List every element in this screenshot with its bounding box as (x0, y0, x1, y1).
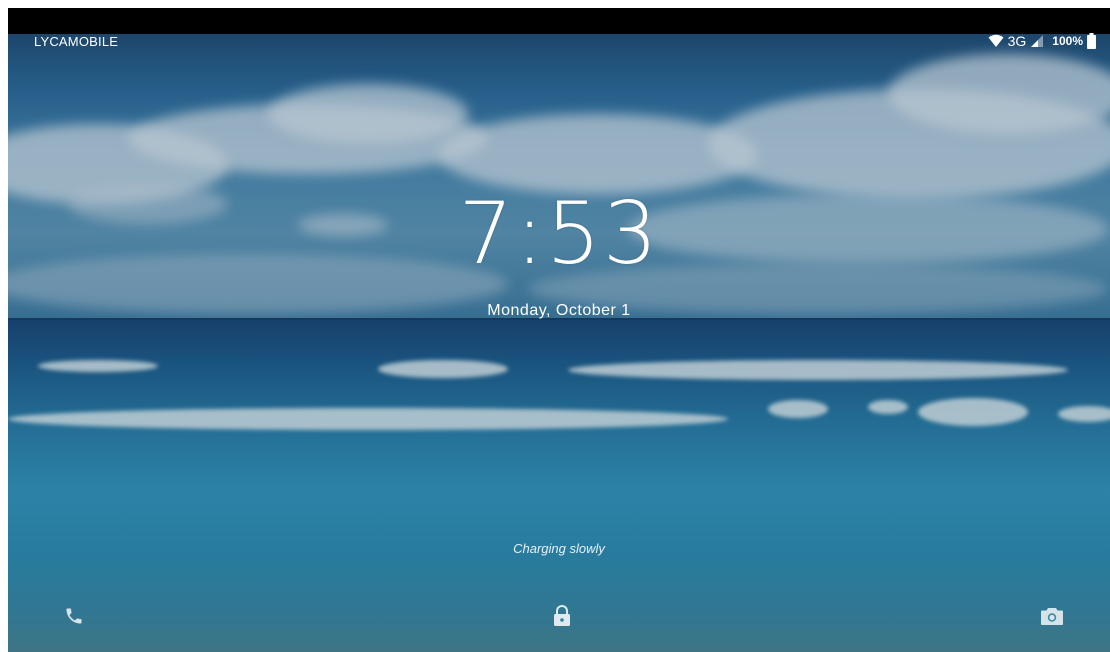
wifi-icon (988, 34, 1004, 48)
lockscreen-date: Monday, October 1 (487, 302, 631, 319)
network-type: 3G (1007, 33, 1027, 49)
unlock-button[interactable] (546, 602, 578, 634)
carrier-name: LYCAMOBILE (34, 34, 119, 49)
status-icons: 3G 100% (988, 33, 1096, 49)
camera-icon (1041, 607, 1063, 630)
lockscreen-clock: 7:53 (458, 184, 660, 284)
battery-icon (1087, 33, 1096, 49)
charging-status: Charging slowly (513, 541, 605, 556)
status-bar: LYCAMOBILE 3G 100% (8, 33, 1110, 56)
battery-percentage: 100% (1052, 34, 1083, 48)
phone-icon (64, 606, 84, 631)
phone-shortcut-button[interactable] (58, 602, 90, 634)
top-black-bar (8, 8, 1110, 34)
wallpaper-dim-overlay (8, 34, 1110, 652)
camera-shortcut-button[interactable] (1036, 602, 1068, 634)
lockscreen-wallpaper (8, 34, 1110, 652)
lock-icon (553, 604, 571, 632)
device-screen: LYCAMOBILE 3G 100% 7:53 Monday, October … (8, 8, 1110, 652)
cell-signal-icon (1030, 34, 1044, 48)
